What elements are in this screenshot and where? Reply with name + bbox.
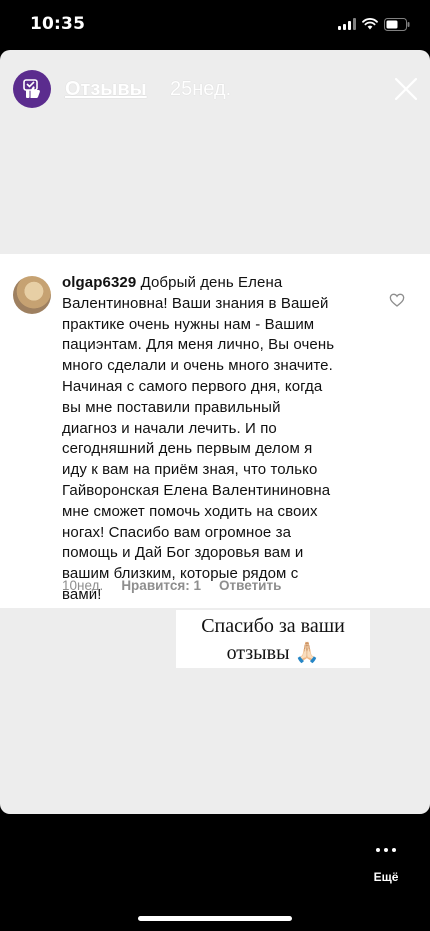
comment-line: иду к вам на приём зная, что только [62,461,318,479]
sticker-line-2: отзывы [226,642,290,664]
signal-icon [338,18,356,30]
sticker-line-1: Спасибо за ваши [201,615,345,637]
more-label: Ещё [373,870,399,884]
comment-line: мне сможет помочь ходить на своих [62,502,318,520]
status-bar: 10:35 [0,0,430,50]
comment-line: Начиная с самого первого дня, когда [62,377,323,395]
story-avatar[interactable] [13,70,51,108]
status-icons [338,16,410,32]
reply-button[interactable]: Ответить [219,578,281,593]
comment-line: сегодняшний день первым делом я [62,440,313,458]
home-indicator[interactable] [138,916,292,921]
comment-line: Добрый день Елена [140,274,283,291]
comment-line: диагноз и начали лечить. И по [62,419,277,437]
comment-username[interactable]: olgap6329 [62,274,136,291]
close-icon[interactable] [394,77,418,101]
comment-card: olgap6329 Добрый день Елена Валентиновна… [0,254,430,608]
thumbs-up-icon [23,79,40,98]
wifi-icon [362,18,378,30]
status-time: 10:35 [30,14,86,34]
more-dots-icon [364,848,408,852]
comment-line: много сделали и очень много значите. [62,357,333,375]
comment-line: вы мне поставили правильный [62,398,281,416]
thanks-sticker: Спасибо за ваши отзывы 🙏🏻 [176,610,370,668]
comment-line: Валентиновна! Ваши знания в Вашей [62,294,329,312]
story-card[interactable]: Отзывы 25нед. olgap6329 Добрый день Елен… [0,50,430,814]
comment-line: ногах! Спасибо вам огромное за [62,523,292,541]
battery-icon [384,17,410,31]
comment-line: практике очень нужны нам - Вашим [62,315,315,333]
comment-text: olgap6329 Добрый день Елена Валентиновна… [62,273,372,606]
comment-meta: 10нед. Нравится: 1 Ответить [62,578,281,593]
praying-hands-icon: 🙏🏻 [294,642,320,664]
comment-line: помощь и Дай Бог здоровья вам и [62,544,304,562]
commenter-avatar[interactable] [13,276,51,314]
comment-line: пациэнтам. Для меня лично, Вы очень [62,336,335,354]
comment-line: Гайворонская Елена Валентининовна [62,481,331,499]
comment-likes[interactable]: Нравится: 1 [121,578,201,593]
heart-icon[interactable] [389,292,405,308]
story-age: 25нед. [170,78,232,100]
story-title[interactable]: Отзывы [65,78,147,101]
comment-time: 10нед. [62,578,104,593]
more-button[interactable]: Ещё [364,840,408,892]
story-header: Отзывы 25нед. [0,50,430,130]
